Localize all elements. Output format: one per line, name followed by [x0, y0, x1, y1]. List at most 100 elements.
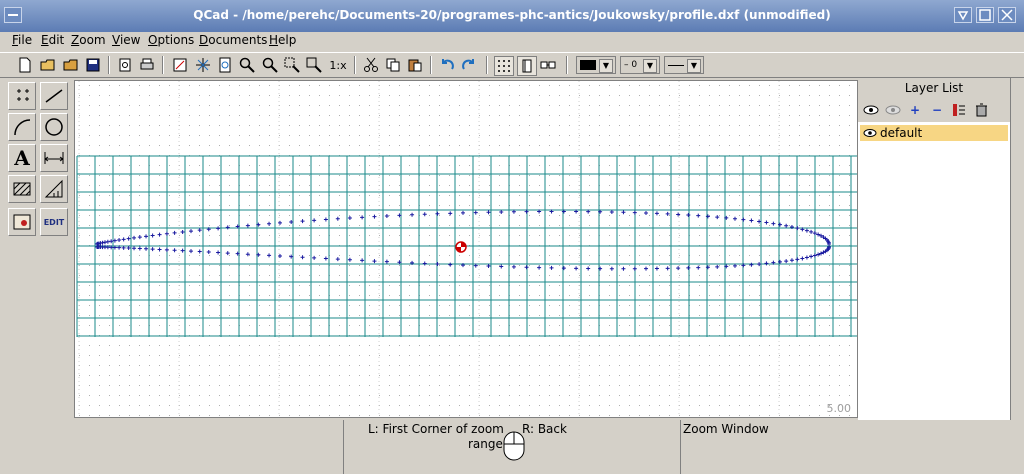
toggle-grid-button[interactable] — [494, 56, 514, 76]
zoom-pan-icon — [306, 57, 322, 73]
new-file-icon — [19, 57, 31, 73]
measure-icon — [44, 179, 63, 198]
toggle-statusbar-button[interactable] — [539, 56, 557, 74]
zoom-window-icon — [284, 57, 300, 73]
new-file-button[interactable] — [16, 56, 34, 74]
edit-tool-button[interactable]: EDIT — [40, 208, 68, 236]
toolbar-separator — [430, 56, 432, 74]
print-preview-button[interactable] — [116, 56, 134, 74]
freeze-layer-button[interactable] — [972, 101, 990, 119]
dxf-grid — [76, 155, 857, 337]
copy-button[interactable] — [384, 56, 402, 74]
right-button-hint: R: Back — [522, 422, 567, 436]
scale-label: 5.00 — [826, 402, 852, 415]
line-icon — [45, 89, 63, 103]
arc-tool-button[interactable] — [8, 113, 36, 141]
toggle-draft-button[interactable] — [517, 56, 537, 76]
undo-button[interactable] — [438, 56, 456, 74]
zoom-in-button[interactable] — [238, 56, 256, 74]
menu-options[interactable]: Options — [146, 33, 196, 47]
close-icon — [1001, 9, 1013, 21]
current-command: Zoom Window — [683, 422, 769, 436]
menu-documents[interactable]: Documents — [197, 33, 269, 47]
pen-color-swatch — [580, 60, 596, 70]
image-icon — [13, 214, 31, 230]
layer-item-default[interactable]: default — [860, 125, 1008, 141]
zoom-page-button[interactable] — [216, 56, 234, 74]
zoom-window-button[interactable] — [283, 56, 301, 74]
hide-all-layers-button[interactable] — [884, 101, 902, 119]
chevron-down-icon: ▼ — [687, 59, 701, 73]
menu-zoom[interactable]: Zoom — [69, 33, 108, 47]
menu-help[interactable]: Help — [267, 33, 298, 47]
zoom-pan-button[interactable] — [305, 56, 323, 74]
minimize-button[interactable] — [954, 7, 972, 23]
trash-icon — [976, 103, 987, 117]
cut-button[interactable] — [362, 56, 380, 74]
airfoil-profile — [95, 209, 831, 271]
folder-icon — [63, 59, 78, 71]
chevron-down-icon: ▼ — [599, 59, 613, 73]
hatch-icon — [13, 182, 31, 196]
plus-icon: + — [909, 103, 921, 117]
toolbar-separator — [354, 56, 356, 74]
tool-panel: A EDIT — [0, 78, 72, 418]
circle-tool-button[interactable] — [40, 113, 68, 141]
zoom-out-icon — [262, 57, 278, 73]
pen-width-combo[interactable]: – 0 ▼ — [620, 56, 660, 74]
text-tool-button[interactable]: A — [8, 144, 36, 172]
dimension-tool-button[interactable] — [40, 144, 68, 172]
menu-edit[interactable]: Edit — [39, 33, 66, 47]
drawing-canvas[interactable]: 5.00 — [74, 80, 858, 418]
maximize-button[interactable] — [976, 7, 994, 23]
add-layer-button[interactable]: + — [906, 101, 924, 119]
arc-icon — [14, 119, 31, 136]
remove-layer-button[interactable]: − — [928, 101, 946, 119]
eye-closed-icon — [885, 105, 901, 115]
hatch-tool-button[interactable] — [8, 175, 36, 203]
layer-edit-icon — [953, 104, 965, 116]
line-type-combo[interactable]: ▼ — [664, 56, 704, 74]
menu-view[interactable]: View — [110, 33, 142, 47]
chevron-down-icon: ▼ — [643, 59, 657, 73]
open-recent-button[interactable] — [62, 56, 80, 74]
zoom-auto-button[interactable] — [194, 56, 212, 74]
layer-list-panel: Layer List + − default — [858, 78, 1010, 420]
menu-file[interactable]: File — [10, 33, 34, 47]
menu-bar: File Edit Zoom View Options Documents He… — [0, 32, 1024, 52]
toolbar-separator — [162, 56, 164, 74]
open-file-button[interactable] — [39, 56, 57, 74]
open-folder-icon — [40, 59, 55, 71]
right-scrollbar[interactable] — [1010, 78, 1024, 420]
left-button-hint: L: First Corner of zoom — [368, 422, 504, 436]
image-tool-button[interactable] — [8, 208, 36, 236]
redraw-button[interactable] — [171, 56, 189, 74]
save-button[interactable] — [84, 56, 102, 74]
undo-icon — [442, 59, 454, 70]
minimize-icon — [957, 11, 969, 21]
line-tool-button[interactable] — [40, 82, 68, 110]
save-icon — [86, 58, 100, 72]
close-button[interactable] — [998, 7, 1016, 23]
redo-button[interactable] — [460, 56, 478, 74]
circle-icon — [45, 118, 63, 136]
scissors-icon — [364, 57, 378, 72]
edit-layer-button[interactable] — [950, 101, 968, 119]
measure-tool-button[interactable] — [40, 175, 68, 203]
points-tool-button[interactable] — [8, 82, 36, 110]
points-icon — [17, 89, 29, 101]
main-toolbar: 1:x ▼ – 0 ▼ ▼ — [0, 52, 1024, 78]
copy-icon — [386, 58, 400, 72]
toolbar-separator — [486, 56, 488, 74]
show-all-layers-button[interactable] — [862, 101, 880, 119]
crosshair-icon — [196, 58, 210, 72]
draft-icon — [522, 59, 532, 73]
print-button[interactable] — [138, 56, 156, 74]
pen-color-combo[interactable]: ▼ — [576, 56, 616, 74]
pen-width-value: – 0 — [624, 60, 638, 70]
zoom-out-button[interactable] — [261, 56, 279, 74]
zoom-1x-button[interactable]: 1:x — [327, 56, 349, 74]
redo-icon — [462, 59, 474, 70]
statusbar-icon — [540, 61, 556, 69]
paste-button[interactable] — [406, 56, 424, 74]
